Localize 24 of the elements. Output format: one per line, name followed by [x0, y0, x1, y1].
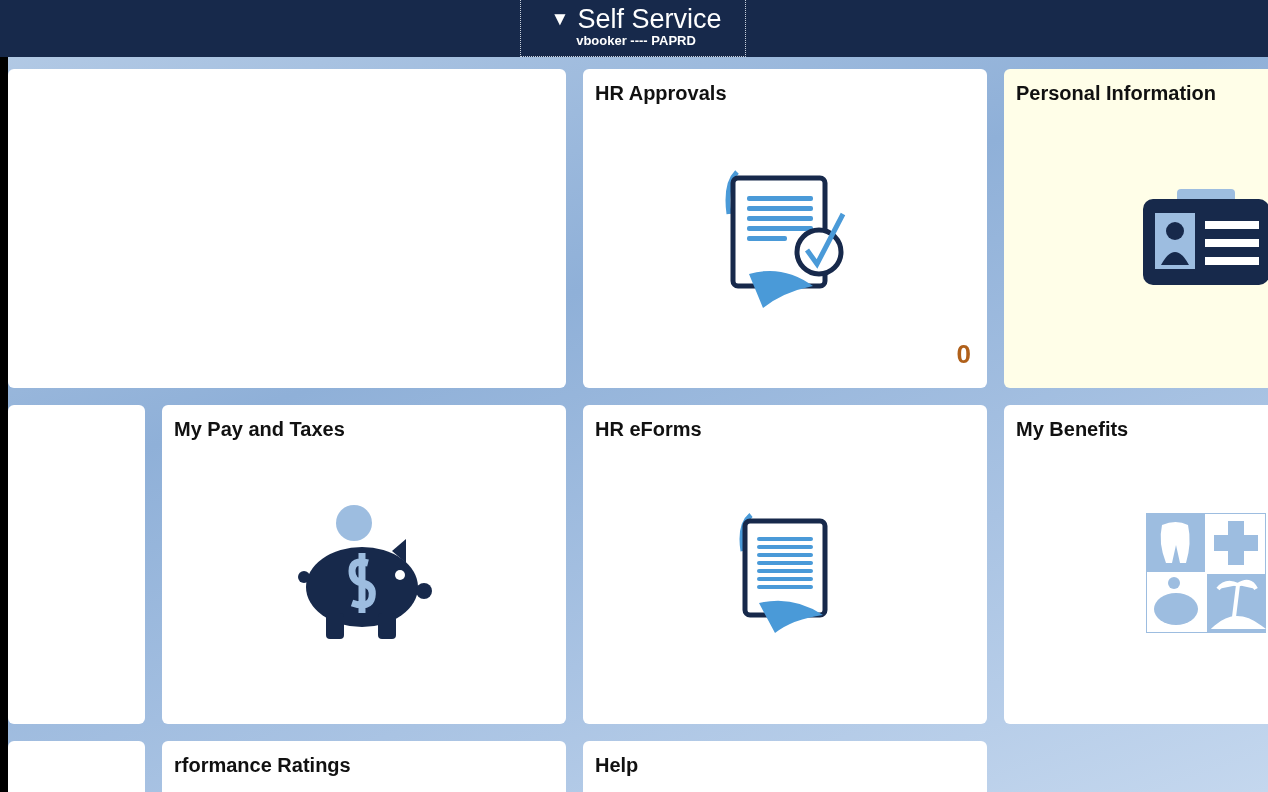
tile[interactable]: rformance Ratings [162, 741, 566, 792]
tile-title: HR eForms [595, 418, 702, 441]
count-label: 0 [956, 339, 971, 370]
blank-tile[interactable] [8, 405, 145, 724]
blank-tile[interactable] [8, 69, 566, 388]
tile[interactable]: HR eForms [583, 405, 987, 724]
tile[interactable]: My Benefits [1004, 405, 1268, 724]
tile[interactable]: Personal Information [1004, 69, 1268, 388]
user-environment-label: vbooker ---- PAPRD [576, 33, 696, 48]
piggy-bank-icon [296, 504, 432, 641]
tile-title: Personal Information [1016, 82, 1217, 105]
tile-title: Help [595, 754, 639, 777]
id-card-icon [1143, 188, 1268, 285]
benefits-icon [1146, 512, 1266, 633]
tile[interactable]: HR Approvals 0 [583, 69, 987, 388]
tile-title: My Benefits [1016, 418, 1129, 441]
caret-icon: ▼ [550, 4, 570, 34]
page-title: Self Service [577, 4, 722, 34]
tile-title: My Pay and Taxes [174, 418, 345, 441]
tile[interactable]: Help [583, 741, 987, 792]
tile[interactable]: My Pay and Taxes [162, 405, 566, 724]
page-title-menu[interactable]: ▼ Self Service vbooker ---- PAPRD [519, 0, 747, 57]
tile-title: HR Approvals [595, 82, 727, 105]
tile-title: rformance Ratings [174, 754, 351, 777]
